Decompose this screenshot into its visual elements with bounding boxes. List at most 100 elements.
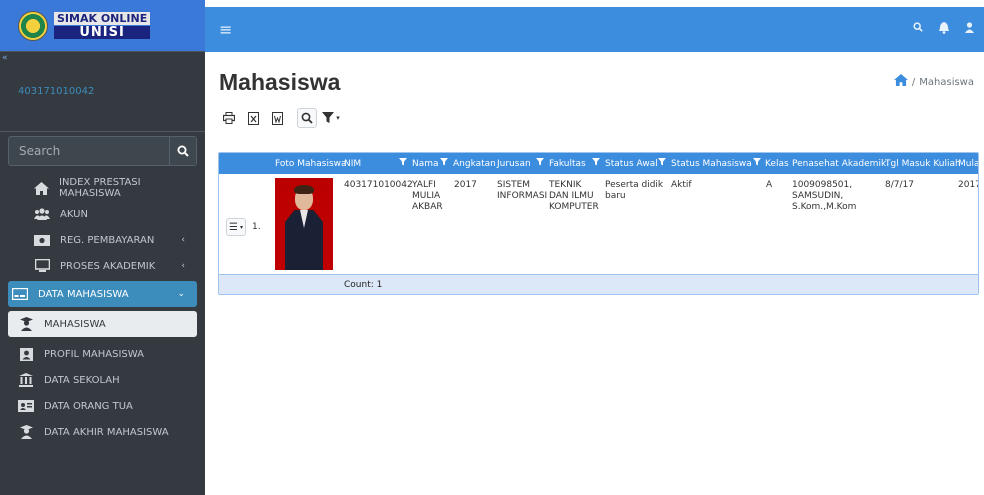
column-header-nim[interactable]: NIM [344, 159, 361, 169]
print-button[interactable] [219, 108, 239, 128]
cell-penasehat-line: 1009098501, [792, 180, 853, 190]
cell-penasehat: 1009098501, SAMSUDIN, S.Kom.,M.Kom [792, 180, 856, 213]
cell-nim: 403171010042 [344, 180, 413, 190]
hamburger-icon: ☰ [229, 221, 238, 233]
sidebar-item-data-sekolah[interactable]: DATA SEKOLAH [8, 367, 197, 393]
table-row: ☰ ▾ 1. 403171010042 YALFI MULIA AKBAR 201… [219, 174, 978, 274]
cell-status-awal: Peserta didik baru [605, 180, 663, 202]
column-header-nama[interactable]: Nama [412, 159, 439, 169]
cell-nama-line: YALFI [412, 180, 436, 190]
sidebar-item-data-orang-tua[interactable]: DATA ORANG TUA [8, 393, 197, 419]
sidebar-item-data-akhir[interactable]: DATA AKHIR MAHASISWA [8, 419, 197, 445]
cell-penasehat-line: S.Kom.,M.Kom [792, 202, 857, 212]
column-filter-jurusan[interactable] [536, 158, 544, 169]
sidebar-item-label: INDEX PRESTASI MAHASISWA [59, 177, 141, 199]
cell-nama: YALFI MULIA AKBAR [412, 180, 443, 213]
cell-kelas: A [766, 180, 773, 190]
row-count: Count: 1 [344, 279, 383, 290]
university-icon [18, 373, 34, 387]
filter-icon [658, 158, 666, 166]
sidebar: SIMAK ONLINE UNISI « 403171010042 INDEX … [0, 0, 205, 495]
sidebar-item-index-prestasi[interactable]: INDEX PRESTASI MAHASISWA [8, 175, 197, 201]
column-header-tgl-masuk[interactable]: Tgl Masuk Kuliah [885, 159, 961, 169]
user-icon[interactable] [965, 22, 974, 37]
caret-down-icon: ▾ [239, 223, 243, 231]
grid-toolbar: ▾ [219, 108, 341, 128]
cell-fakultas-line: DAN ILMU [549, 191, 594, 201]
filter-dropdown-button[interactable]: ▾ [321, 108, 341, 128]
cell-mulai: 20171 [958, 180, 978, 190]
users-icon [34, 207, 50, 221]
column-filter-fakultas[interactable] [592, 158, 600, 169]
graduate-icon [18, 425, 34, 439]
chevron-down-icon: ⌄ [177, 289, 185, 299]
cell-jurusan-line: SISTEM [497, 180, 531, 190]
column-header-status-awal[interactable]: Status Awal [605, 159, 658, 169]
caret-down-icon: ▾ [336, 114, 340, 122]
grid-header: Foto Mahasiswa NIM Nama Angkatan Jurusan… [219, 153, 978, 174]
address-card-icon [18, 399, 34, 413]
column-filter-nim[interactable] [399, 158, 407, 169]
desktop-icon [34, 259, 50, 273]
export-word-button[interactable] [267, 108, 287, 128]
brand-title: SIMAK ONLINE [54, 12, 151, 25]
home-icon[interactable] [893, 74, 908, 90]
cell-tgl-masuk: 8/7/17 [885, 180, 914, 190]
search-icon[interactable] [913, 22, 923, 37]
column-header-jurusan[interactable]: Jurusan [497, 159, 531, 169]
cell-nama-line: AKBAR [412, 202, 443, 212]
cell-status-awal-line: Peserta didik [605, 180, 664, 190]
row-actions-button[interactable]: ☰ ▾ [226, 218, 246, 236]
search-button[interactable] [169, 137, 196, 165]
column-header-kelas[interactable]: Kelas [765, 159, 789, 169]
sidebar-search-input[interactable] [9, 137, 169, 165]
cell-status-awal-line: baru [605, 191, 626, 201]
column-header-fakultas[interactable]: Fakultas [549, 159, 586, 169]
column-filter-status-awal[interactable] [658, 158, 666, 169]
search-icon [301, 112, 313, 124]
collapse-icon[interactable]: « [2, 53, 8, 63]
student-photo[interactable] [275, 178, 333, 270]
column-header-penasehat[interactable]: Penasehat Akademik [792, 159, 886, 169]
id-card-icon [12, 287, 28, 301]
user-id-link[interactable]: 403171010042 [18, 86, 94, 97]
money-icon [34, 233, 50, 247]
search-icon [177, 145, 189, 157]
column-header-foto[interactable]: Foto Mahasiswa [275, 159, 347, 169]
row-number: 1. [252, 222, 261, 232]
page-title: Mahasiswa [219, 69, 341, 95]
top-navbar: ≡ [205, 7, 984, 52]
sidebar-item-reg-pembayaran[interactable]: REG. PEMBAYARAN ‹ [8, 227, 197, 253]
filter-icon [753, 158, 761, 166]
filter-icon [536, 158, 544, 166]
search-toggle-button[interactable] [297, 108, 317, 128]
sidebar-item-mahasiswa[interactable]: MAHASISWA [8, 311, 197, 337]
bell-icon[interactable] [939, 22, 949, 37]
column-header-mulai[interactable]: Mulai [958, 159, 978, 169]
chevron-left-icon: ‹ [181, 235, 185, 245]
cell-fakultas-line: KOMPUTER [549, 202, 599, 212]
cell-nama-line: MULIA [412, 191, 441, 201]
user-profile-icon [18, 347, 34, 361]
column-header-angkatan[interactable]: Angkatan [453, 159, 496, 169]
column-filter-status-mahasiswa[interactable] [753, 158, 761, 169]
sidebar-item-label: DATA ORANG TUA [44, 400, 133, 412]
brand-link[interactable]: SIMAK ONLINE UNISI [0, 0, 205, 52]
sidebar-item-label: MAHASISWA [44, 318, 106, 330]
grid-footer: Count: 1 [219, 274, 978, 294]
sidebar-item-profil-mahasiswa[interactable]: PROFIL MAHASISWA [8, 341, 197, 367]
cell-status-mahasiswa: Aktif [671, 180, 692, 190]
sidebar-item-label: DATA AKHIR MAHASISWA [44, 426, 169, 438]
sidebar-item-data-mahasiswa[interactable]: DATA MAHASISWA ⌄ [8, 281, 197, 307]
filter-icon [399, 158, 407, 166]
user-panel: 403171010042 [0, 52, 205, 132]
column-header-status-mahasiswa[interactable]: Status Mahasiswa [671, 159, 752, 169]
menu-toggle-icon[interactable]: ≡ [219, 20, 232, 39]
sidebar-item-proses-akademik[interactable]: PROSES AKADEMIK ‹ [8, 253, 197, 279]
filter-icon [440, 158, 448, 166]
column-filter-nama[interactable] [440, 158, 448, 169]
breadcrumb-separator: / [911, 76, 916, 88]
export-excel-button[interactable] [243, 108, 263, 128]
sidebar-item-akun[interactable]: AKUN [8, 201, 197, 227]
cell-penasehat-line: SAMSUDIN, [792, 191, 844, 201]
